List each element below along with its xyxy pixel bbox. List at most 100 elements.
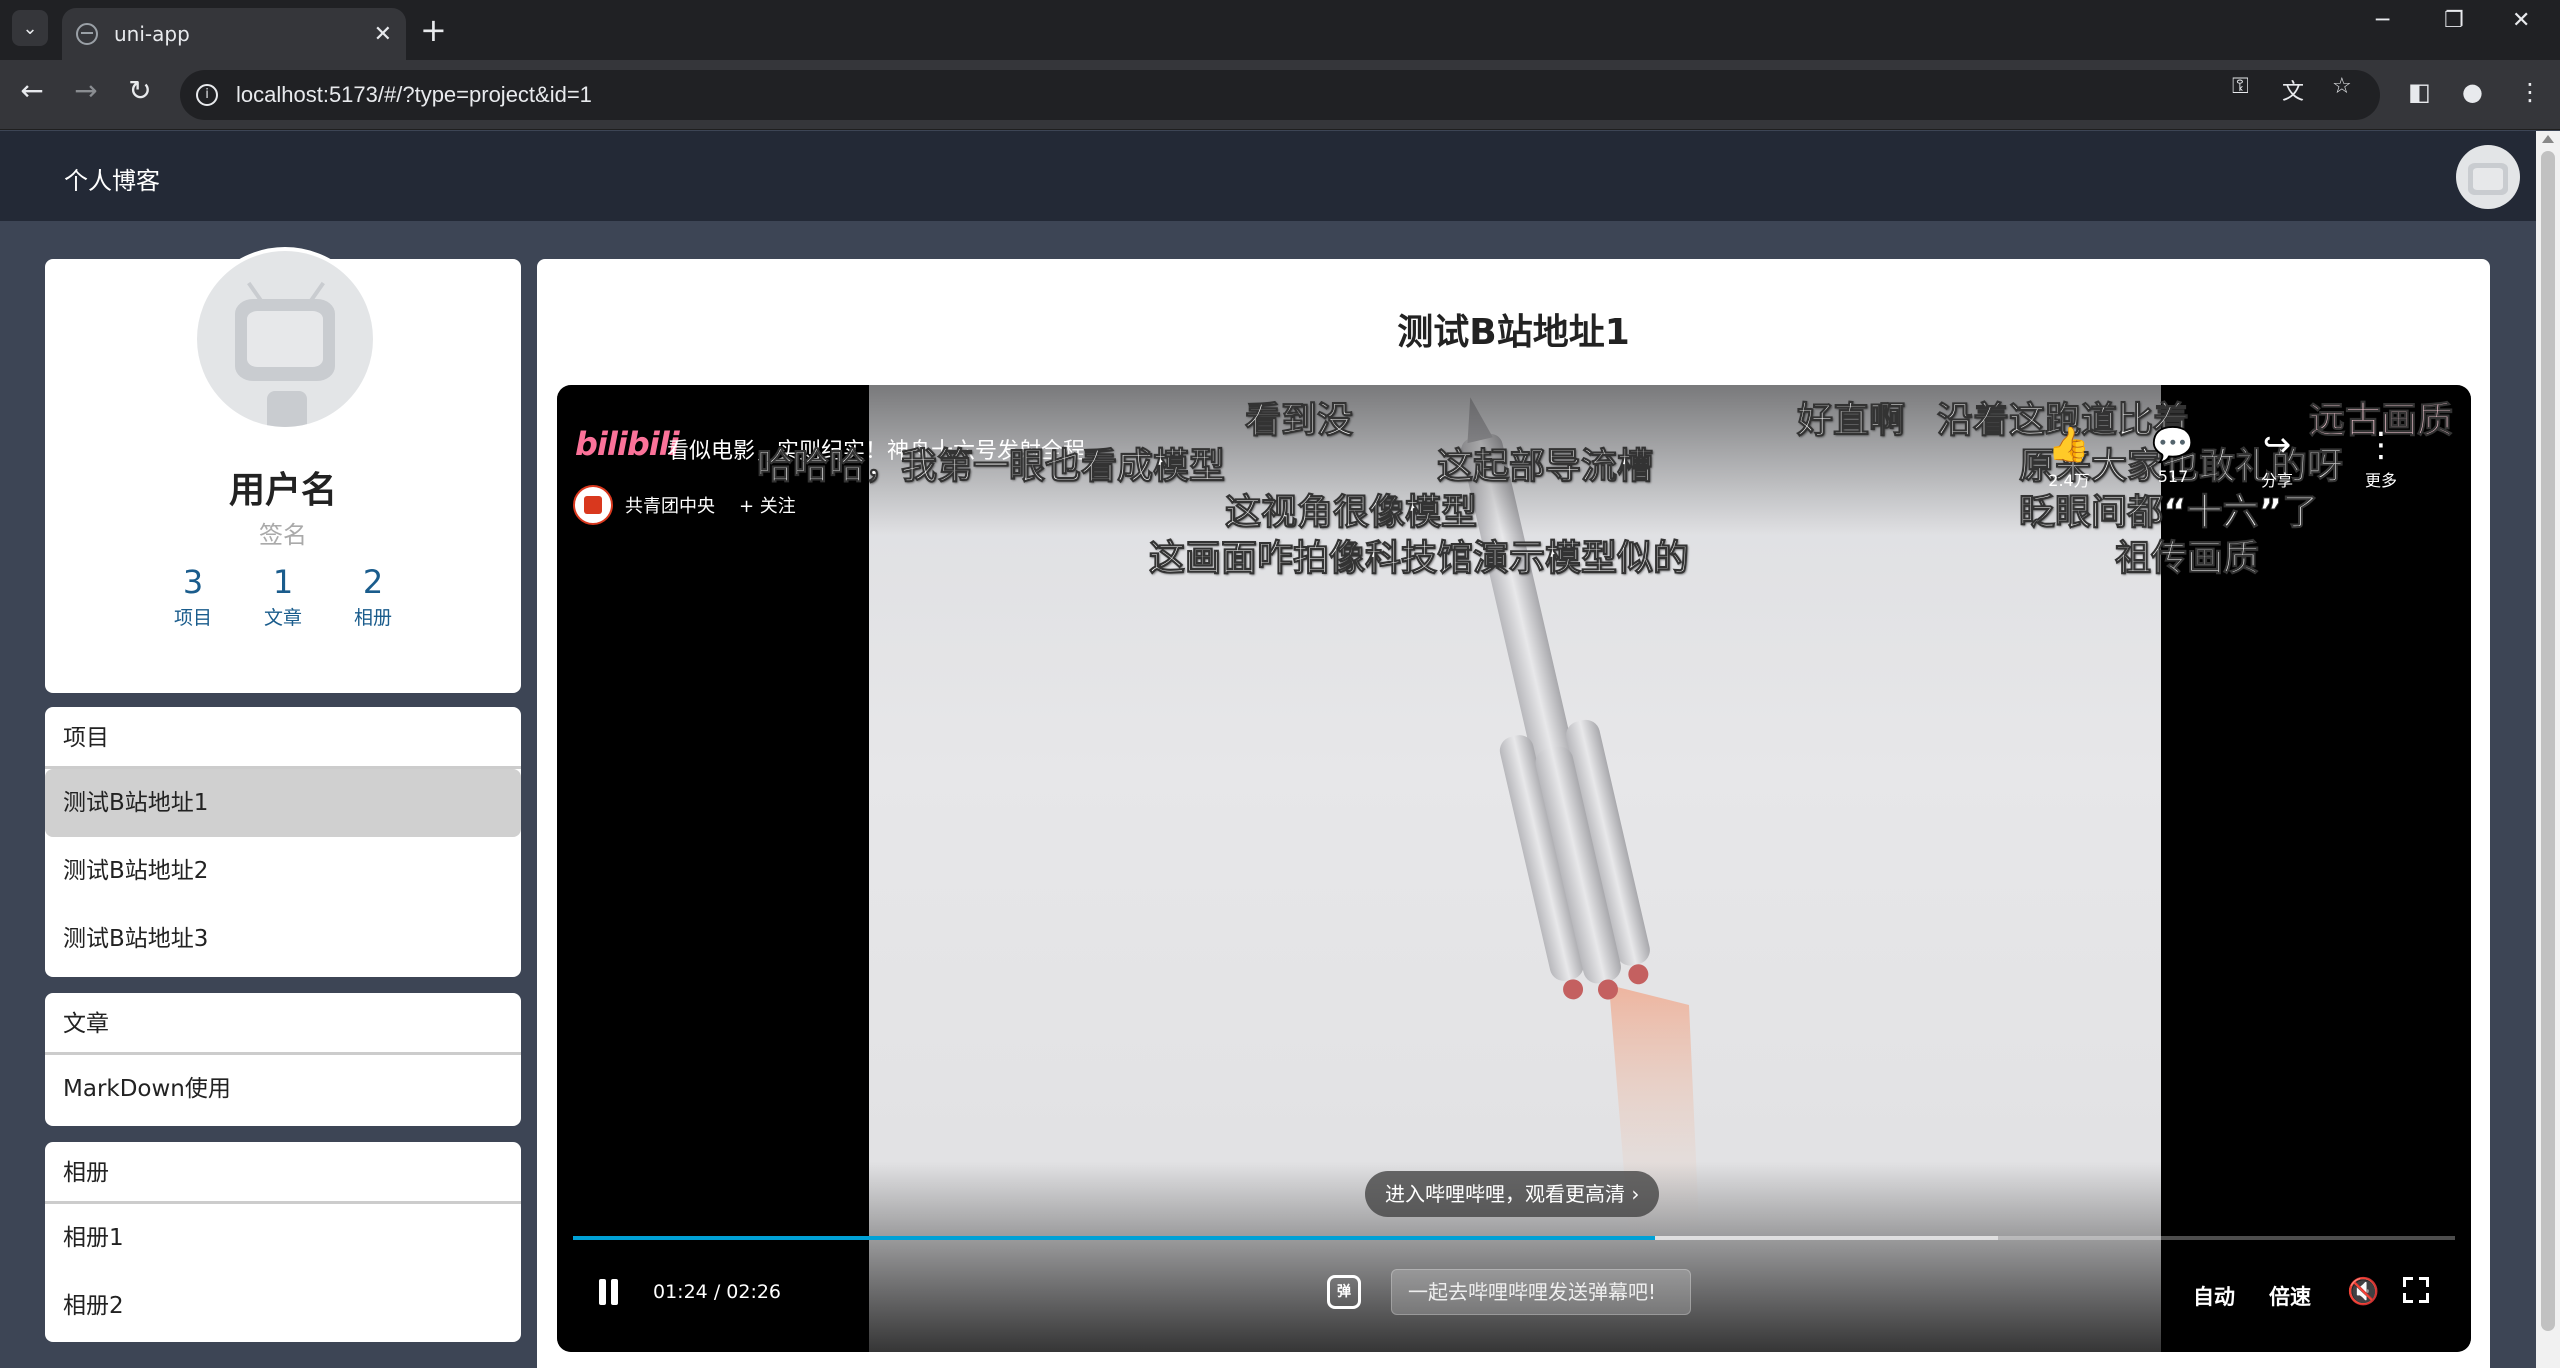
articles-menu: 文章 MarkDown使用 (45, 993, 521, 1126)
stat-label: 文章 (263, 607, 302, 629)
reload-icon[interactable]: ↻ (120, 74, 160, 107)
stat-label: 项目 (173, 607, 212, 629)
progress-bar[interactable] (573, 1236, 2455, 1240)
browser-toolbar: ← → ↻ i localhost:5173/#/?type=project&i… (0, 60, 2560, 130)
danmaku-toggle-icon[interactable]: 弹 (1327, 1275, 1361, 1309)
more-button[interactable]: ⋮ 更多 (2351, 425, 2411, 491)
tab-search-chevron-icon[interactable]: ⌄ (12, 10, 48, 46)
page-title: 测试B站地址1 (1397, 312, 1630, 353)
main-content: 测试B站地址1 bilibili 看似电影，实则纪实！神舟十六号发射全程 共青团… (537, 259, 2490, 1368)
scroll-up-arrow-icon[interactable] (2542, 135, 2554, 143)
scrollbar-thumb[interactable] (2541, 151, 2555, 1331)
like-count: 2.4万 (2048, 471, 2090, 490)
more-icon: ⋮ (2364, 425, 2398, 465)
stat-albums[interactable]: 2 相册 (348, 563, 398, 630)
bookmark-star-icon[interactable]: ☆ (2332, 74, 2352, 99)
back-arrow-icon[interactable]: ← (12, 74, 52, 107)
danmaku-comment: 这起部导流槽 (1436, 446, 1654, 488)
articles-menu-heading: 文章 (45, 993, 521, 1055)
forward-arrow-icon[interactable]: → (66, 74, 106, 107)
translate-icon[interactable]: 文 (2282, 74, 2304, 106)
project-item[interactable]: 测试B站地址3 (45, 905, 521, 973)
albums-menu-heading: 相册 (45, 1142, 521, 1204)
projects-menu-heading: 项目 (45, 707, 521, 769)
comment-count: 517 (2157, 467, 2189, 486)
side-panel-icon[interactable]: ◧ (2408, 78, 2431, 106)
profile-avatar (193, 247, 377, 431)
browser-menu-icon[interactable]: ⋮ (2518, 78, 2542, 106)
time-display: 01:24 / 02:26 (653, 1281, 781, 1303)
globe-icon (76, 23, 98, 45)
site-header: 个人博客 (0, 131, 2536, 221)
browser-tab[interactable]: uni-app ✕ (62, 8, 406, 60)
address-bar[interactable]: i localhost:5173/#/?type=project&id=1 (180, 70, 2380, 120)
stat-projects[interactable]: 3 项目 (168, 563, 218, 630)
profile-signature: 签名 (259, 521, 307, 549)
profile-stats: 3 项目 1 文章 2 相册 (45, 563, 521, 630)
time-current: 01:24 (653, 1281, 708, 1303)
stat-count: 3 (182, 563, 204, 601)
site-info-icon[interactable]: i (196, 84, 218, 106)
share-label: 分享 (2260, 471, 2293, 490)
time-total: 02:26 (726, 1281, 782, 1303)
article-item[interactable]: MarkDown使用 (45, 1055, 521, 1123)
danmaku-comment: 这画面咋拍像科技馆演示模型似的 (1148, 538, 1690, 580)
video-player[interactable]: bilibili 看似电影，实则纪实！神舟十六号发射全程 共青团中央 + 关注 … (557, 385, 2471, 1352)
uploader-chip: 共青团中央 + 关注 (573, 483, 814, 527)
danmaku-comment: 哈哈哈，我第一眼也看成模型 (756, 446, 1226, 488)
comment-button[interactable]: 💬 517 (2143, 425, 2203, 491)
video-actions: 👍 2.4万 💬 517 ↪ 分享 ⋮ 更多 (2039, 425, 2411, 491)
comment-icon: 💬 (2151, 425, 2195, 465)
quality-auto-button[interactable]: 自动 (2193, 1281, 2235, 1311)
minimize-window-icon[interactable]: ─ (2376, 8, 2389, 33)
page: 个人博客 用户名 签名 3 项目 1 文章 2 相册 项目 测试B站地址1 测试… (0, 131, 2536, 1368)
time-separator: / (713, 1281, 721, 1303)
site-brand[interactable]: 个人博客 (64, 161, 160, 196)
url-text: localhost:5173/#/?type=project&id=1 (236, 82, 592, 107)
more-label: 更多 (2364, 471, 2397, 490)
stat-articles[interactable]: 1 文章 (258, 563, 308, 630)
stat-label: 相册 (353, 607, 392, 629)
open-bilibili-hd-button[interactable]: 进入哔哩哔哩，观看更高清 › (1365, 1171, 1660, 1217)
danmaku-comment: 看到没 (1244, 400, 1354, 442)
close-window-icon[interactable]: ✕ (2512, 8, 2530, 33)
pause-icon[interactable] (597, 1279, 621, 1307)
new-tab-plus-icon[interactable]: + (420, 12, 447, 48)
progress-played (573, 1236, 1656, 1240)
fullscreen-icon[interactable] (2403, 1277, 2429, 1303)
stat-count: 1 (272, 563, 294, 601)
danmaku-comment: 祖传画质 (2114, 538, 2260, 580)
share-icon: ↪ (2262, 425, 2292, 465)
uploader-name[interactable]: 共青团中央 (625, 492, 715, 518)
projects-menu: 项目 测试B站地址1 测试B站地址2 测试B站地址3 (45, 707, 521, 977)
project-item[interactable]: 测试B站地址1 (45, 769, 521, 837)
restore-window-icon[interactable]: ❐ (2444, 8, 2464, 33)
share-button[interactable]: ↪ 分享 (2247, 425, 2307, 491)
key-icon[interactable]: ⚿ (2232, 74, 2249, 99)
profile-icon[interactable]: ● (2462, 78, 2483, 106)
album-item[interactable]: 相册2 (45, 1272, 521, 1340)
tab-title: uni-app (114, 22, 190, 46)
project-item[interactable]: 测试B站地址2 (45, 837, 521, 905)
tv-avatar-icon (235, 299, 335, 381)
follow-button[interactable]: + 关注 (739, 492, 796, 518)
album-item[interactable]: 相册1 (45, 1204, 521, 1272)
stat-count: 2 (362, 563, 384, 601)
like-button[interactable]: 👍 2.4万 (2039, 425, 2099, 491)
danmaku-comment: 这视角很像模型 (1224, 492, 1478, 534)
albums-menu: 相册 相册1 相册2 (45, 1142, 521, 1342)
thumb-up-icon: 👍 (2047, 425, 2091, 465)
browser-tab-bar: ⌄ uni-app ✕ + ─ ❐ ✕ (0, 0, 2560, 60)
danmaku-input[interactable]: 一起去哔哩哔哩发送弹幕吧! (1391, 1269, 1691, 1315)
profile-username: 用户名 (228, 470, 337, 511)
bilibili-logo[interactable]: bilibili (575, 425, 680, 463)
playback-speed-button[interactable]: 倍速 (2269, 1281, 2311, 1311)
muted-speaker-icon[interactable]: 🔇 (2347, 1277, 2379, 1307)
danmaku-comment: 好直啊 (1796, 400, 1906, 442)
tv-avatar-icon (2468, 163, 2508, 195)
page-scrollbar[interactable] (2536, 131, 2560, 1368)
profile-card: 用户名 签名 3 项目 1 文章 2 相册 (45, 247, 521, 693)
uploader-avatar[interactable] (573, 485, 613, 525)
close-tab-icon[interactable]: ✕ (374, 22, 392, 47)
header-avatar[interactable] (2456, 145, 2520, 209)
